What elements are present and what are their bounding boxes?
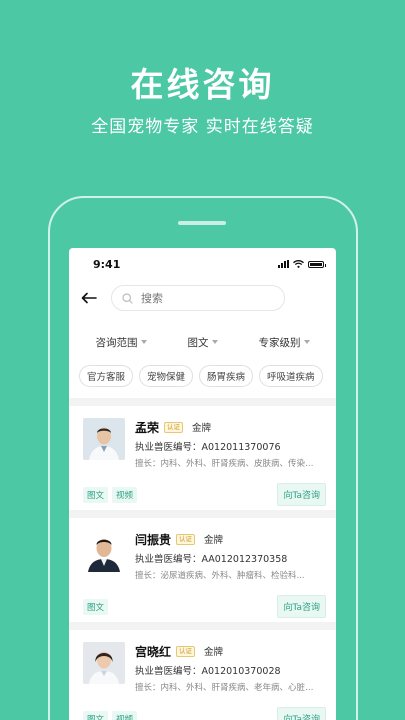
- promo-subtitle: 全国宠物专家 实时在线答疑: [91, 117, 314, 137]
- doctor-level: 金牌: [192, 423, 212, 434]
- doctor-level: 金牌: [204, 647, 224, 658]
- consult-button[interactable]: 向Ta咨询: [277, 707, 326, 720]
- filter-label: 咨询范围: [95, 336, 138, 349]
- mode-tag-text: 图文: [83, 598, 109, 615]
- doctor-avatar: [83, 418, 125, 460]
- doctor-card[interactable]: 孟荣 认证 金牌 执业兽医编号：A012011370076 擅长：内科、外科、肝…: [69, 406, 336, 518]
- mode-tag-video: 视频: [112, 710, 138, 720]
- doctor-card[interactable]: 闫振贵 认证 金牌 执业兽医编号：AA012012370358 擅长：泌尿道疾病…: [69, 518, 336, 630]
- license-number: 执业兽医编号：A012010370028: [135, 666, 281, 677]
- wifi-icon: [293, 260, 304, 268]
- license-number: 执业兽医编号：AA012012370358: [135, 554, 288, 565]
- doctor-specialty: 擅长：泌尿道疾病、外科、肿瘤科、检验科...: [135, 571, 305, 581]
- filter-label: 图文: [187, 336, 209, 349]
- doctor-avatar: [83, 642, 125, 684]
- promo-title: 在线咨询: [130, 65, 275, 104]
- mode-tag-text: 图文: [83, 486, 109, 503]
- tag-gastro[interactable]: 肠胃疾病: [199, 365, 254, 387]
- mode-tag-text: 图文: [83, 710, 109, 720]
- consult-button[interactable]: 向Ta咨询: [277, 595, 326, 618]
- doctor-level: 金牌: [204, 535, 224, 546]
- search-icon: [122, 292, 133, 304]
- caret-down-icon: [303, 340, 310, 344]
- tag-respiratory[interactable]: 呼吸道疾病: [259, 365, 323, 387]
- filter-label: 专家级别: [258, 336, 301, 349]
- search-box[interactable]: [111, 285, 285, 311]
- status-time: 9:41: [93, 257, 121, 271]
- status-bar: 9:41: [69, 248, 336, 280]
- consult-button[interactable]: 向Ta咨询: [277, 483, 326, 506]
- search-row: [69, 280, 336, 316]
- caret-down-icon: [211, 340, 218, 344]
- battery-icon: [308, 260, 326, 268]
- filter-expert-level[interactable]: 专家级别: [259, 335, 310, 350]
- phone-speaker: [178, 221, 226, 225]
- doctor-name: 孟荣: [135, 420, 160, 435]
- doctor-avatar: [83, 530, 125, 572]
- mode-tag-video: 视频: [112, 486, 138, 503]
- status-icons: [278, 260, 326, 268]
- doctor-name: 宫晓红: [135, 644, 172, 659]
- filter-row: 咨询范围 图文 专家级别: [69, 322, 336, 362]
- back-arrow-icon[interactable]: [79, 288, 99, 308]
- tag-pet-health[interactable]: 宠物保健: [139, 365, 194, 387]
- filter-consult-scope[interactable]: 咨询范围: [96, 335, 147, 350]
- section-divider: [69, 398, 336, 406]
- app-screen: 9:41 咨询范围: [69, 248, 336, 720]
- verified-badge: 认证: [176, 645, 196, 657]
- caret-down-icon: [140, 340, 147, 344]
- category-tags: 官方客服 宠物保健 肠胃疾病 呼吸道疾病: [69, 362, 336, 390]
- license-number: 执业兽医编号：A012011370076: [135, 442, 281, 453]
- doctor-card[interactable]: 宫晓红 认证 金牌 执业兽医编号：A012010370028 擅长：内科、外科、…: [69, 630, 336, 720]
- verified-badge: 认证: [164, 421, 184, 433]
- doctor-name: 闫振贵: [135, 532, 172, 547]
- doctor-specialty: 擅长：内科、外科、肝肾疾病、老年病、心脏病...: [135, 683, 321, 693]
- tag-official-service[interactable]: 官方客服: [79, 365, 134, 387]
- verified-badge: 认证: [176, 533, 196, 545]
- signal-icon: [278, 260, 289, 268]
- filter-type[interactable]: 图文: [188, 335, 218, 350]
- search-input[interactable]: [141, 291, 251, 305]
- doctor-specialty: 擅长：内科、外科、肝肾疾病、皮肤病、传染病、...: [135, 459, 321, 469]
